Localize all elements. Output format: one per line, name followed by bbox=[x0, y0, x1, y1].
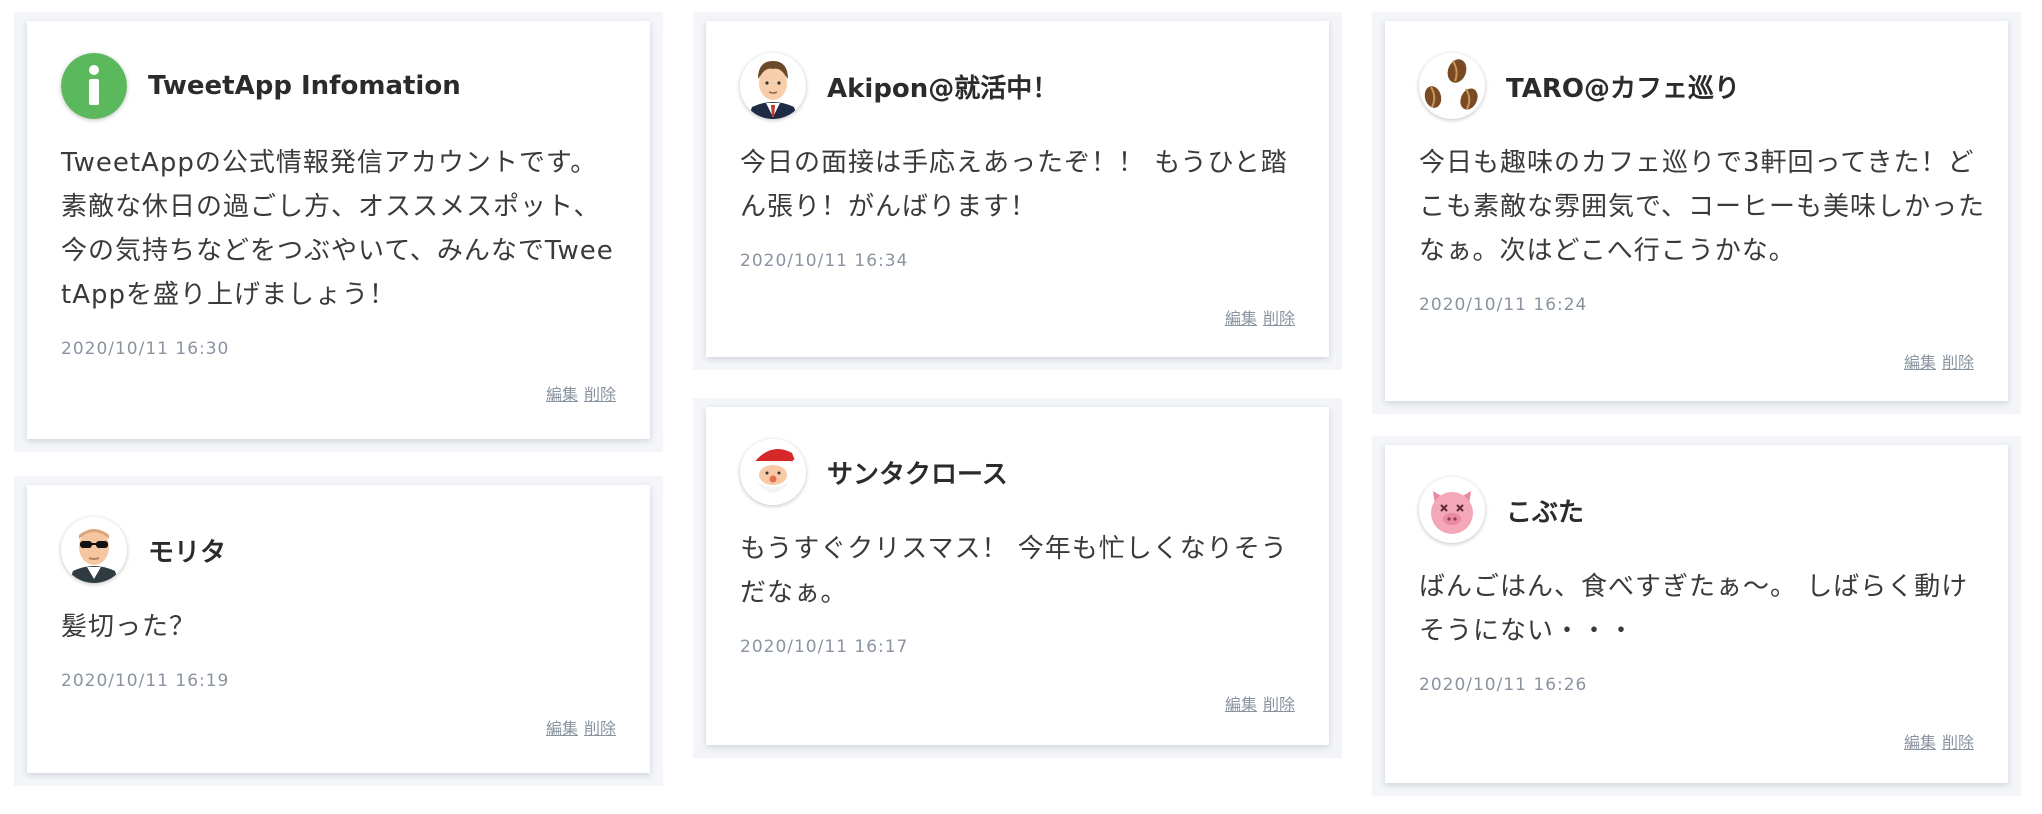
post-content: もうすぐクリスマス！ 今年も忙しくなりそうだなぁ。 bbox=[740, 534, 1288, 608]
post-header: モリタ bbox=[61, 517, 616, 583]
post-card: モリタ 髪切った？ 2020/10/11 16:19 編集 削除 bbox=[27, 485, 650, 773]
post-card: TweetApp Infomation TweetAppの公式情報発信アカウント… bbox=[27, 21, 650, 439]
edit-link[interactable]: 編集 bbox=[1225, 695, 1257, 714]
user-name-link[interactable]: TARO@カフェ巡り bbox=[1506, 68, 1740, 105]
edit-link[interactable]: 編集 bbox=[1225, 309, 1257, 328]
pig-icon[interactable] bbox=[1419, 477, 1485, 543]
delete-link[interactable]: 削除 bbox=[1942, 353, 1974, 372]
post-content: 髪切った？ bbox=[61, 612, 197, 642]
post-timestamp: 2020/10/11 16:26 bbox=[1419, 675, 1588, 695]
user-name-link[interactable]: Akipon@就活中！ bbox=[827, 68, 1058, 105]
santa-icon[interactable] bbox=[740, 439, 806, 505]
edit-link[interactable]: 編集 bbox=[1904, 733, 1936, 752]
post-header: Akipon@就活中！ bbox=[740, 53, 1295, 119]
info-icon[interactable] bbox=[61, 53, 127, 119]
post-card: こぶた ばんごはん、食べすぎたぁ〜。 しばらく動けそうにない・・・ 2020/1… bbox=[1385, 445, 2008, 783]
post-content: 今日も趣味のカフェ巡りで3軒回ってきた！どこも素敵な雰囲気で、コーヒーも美味しか… bbox=[1419, 148, 1985, 266]
post-timestamp: 2020/10/11 16:24 bbox=[1419, 295, 1588, 315]
delete-link[interactable]: 削除 bbox=[1942, 733, 1974, 752]
post-actions: 編集 削除 bbox=[540, 381, 616, 405]
post-item: こぶた ばんごはん、食べすぎたぁ〜。 しばらく動けそうにない・・・ 2020/1… bbox=[1372, 436, 2021, 796]
edit-link[interactable]: 編集 bbox=[546, 385, 578, 404]
post-header: サンタクロース bbox=[740, 439, 1295, 505]
user-name-link[interactable]: サンタクロース bbox=[827, 454, 1008, 491]
post-actions: 編集 削除 bbox=[1898, 349, 1974, 373]
post-content: 今日の面接は手応えあったぞ！！ もうひと踏ん張り！がんばります！ bbox=[740, 148, 1288, 222]
post-actions: 編集 削除 bbox=[1898, 729, 1974, 753]
post-actions: 編集 削除 bbox=[1219, 305, 1295, 329]
post-card: サンタクロース もうすぐクリスマス！ 今年も忙しくなりそうだなぁ。 2020/1… bbox=[706, 407, 1329, 745]
edit-link[interactable]: 編集 bbox=[1904, 353, 1936, 372]
post-content: TweetAppの公式情報発信アカウントです。素敵な休日の過ごし方、オススメスポ… bbox=[61, 148, 614, 310]
man-sunglasses-icon[interactable] bbox=[61, 517, 127, 583]
delete-link[interactable]: 削除 bbox=[1263, 309, 1295, 328]
post-item: モリタ 髪切った？ 2020/10/11 16:19 編集 削除 bbox=[14, 476, 663, 786]
post-header: TweetApp Infomation bbox=[61, 53, 616, 119]
user-name-link[interactable]: モリタ bbox=[148, 532, 226, 569]
post-item: サンタクロース もうすぐクリスマス！ 今年も忙しくなりそうだなぁ。 2020/1… bbox=[693, 398, 1342, 758]
post-timestamp: 2020/10/11 16:17 bbox=[740, 637, 909, 657]
post-header: TARO@カフェ巡り bbox=[1419, 53, 1974, 119]
delete-link[interactable]: 削除 bbox=[1263, 695, 1295, 714]
post-timestamp: 2020/10/11 16:19 bbox=[61, 671, 230, 691]
post-item: TARO@カフェ巡り 今日も趣味のカフェ巡りで3軒回ってきた！どこも素敵な雰囲気… bbox=[1372, 12, 2021, 414]
post-actions: 編集 削除 bbox=[1219, 691, 1295, 715]
delete-link[interactable]: 削除 bbox=[584, 385, 616, 404]
post-timestamp: 2020/10/11 16:30 bbox=[61, 339, 230, 359]
user-name-link[interactable]: こぶた bbox=[1506, 492, 1584, 529]
post-header: こぶた bbox=[1419, 477, 1974, 543]
edit-link[interactable]: 編集 bbox=[546, 719, 578, 738]
post-card: TARO@カフェ巡り 今日も趣味のカフェ巡りで3軒回ってきた！どこも素敵な雰囲気… bbox=[1385, 21, 2008, 401]
post-item: TweetApp Infomation TweetAppの公式情報発信アカウント… bbox=[14, 12, 663, 452]
post-timestamp: 2020/10/11 16:34 bbox=[740, 251, 909, 271]
post-card: Akipon@就活中！ 今日の面接は手応えあったぞ！！ もうひと踏ん張り！がんば… bbox=[706, 21, 1329, 357]
delete-link[interactable]: 削除 bbox=[584, 719, 616, 738]
user-name-link[interactable]: TweetApp Infomation bbox=[148, 71, 461, 101]
post-item: Akipon@就活中！ 今日の面接は手応えあったぞ！！ もうひと踏ん張り！がんば… bbox=[693, 12, 1342, 370]
coffee-beans-icon[interactable] bbox=[1419, 53, 1485, 119]
post-content: ばんごはん、食べすぎたぁ〜。 しばらく動けそうにない・・・ bbox=[1419, 572, 1969, 646]
post-actions: 編集 削除 bbox=[540, 715, 616, 739]
businessman-icon[interactable] bbox=[740, 53, 806, 119]
